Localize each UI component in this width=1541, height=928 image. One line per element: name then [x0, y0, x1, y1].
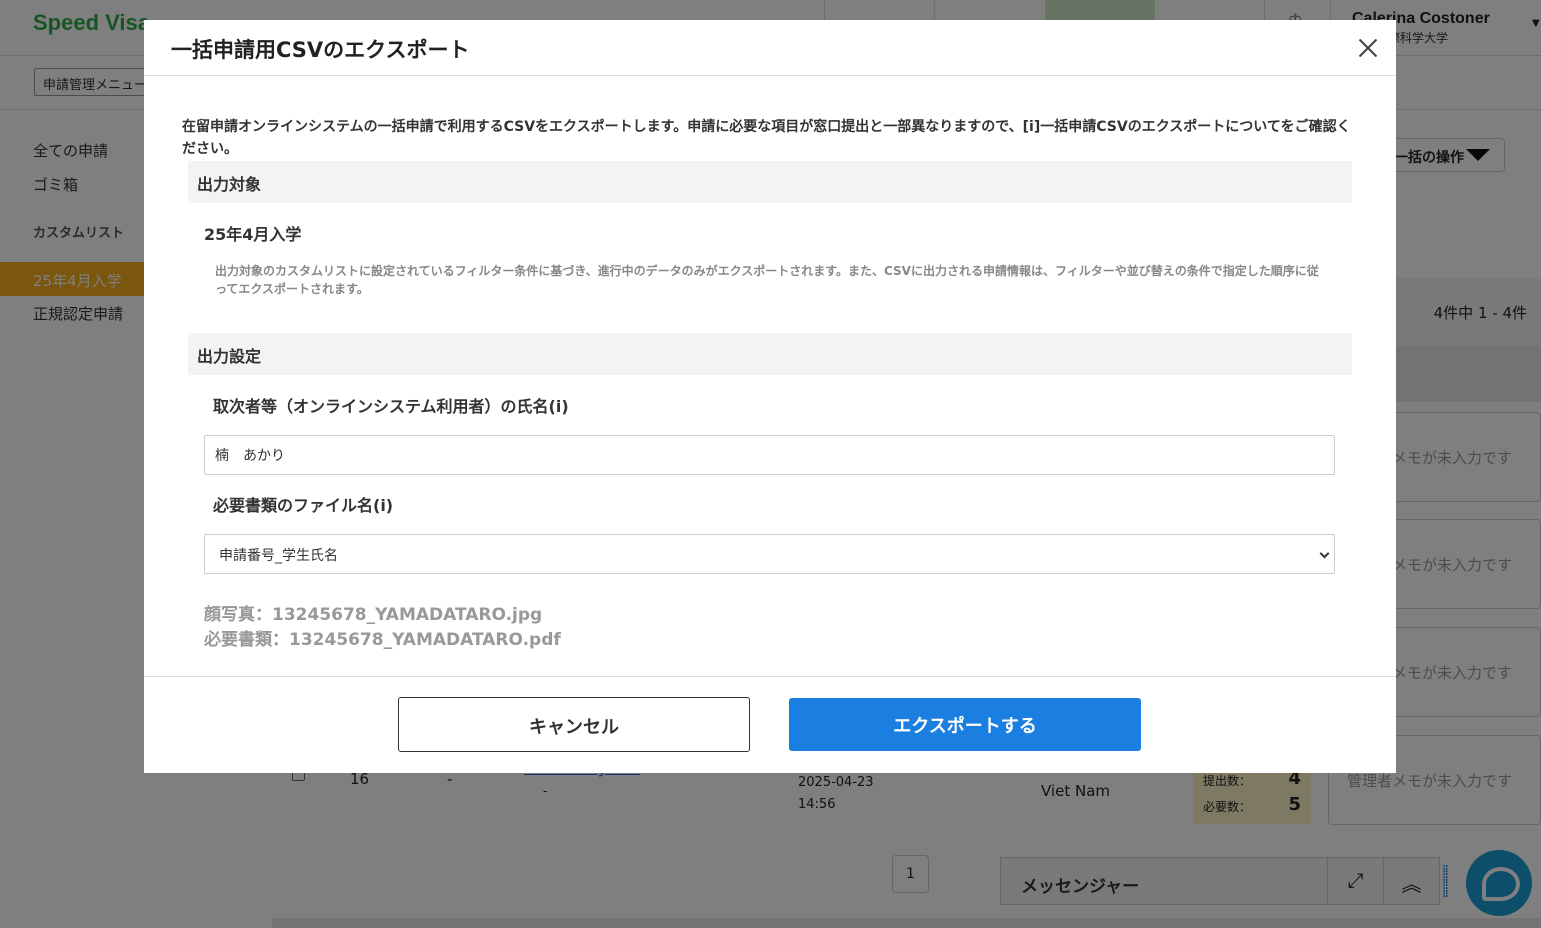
dialog-footer: キャンセル エクスポートする — [144, 676, 1396, 773]
export-button[interactable]: エクスポートする — [789, 698, 1141, 751]
export-csv-dialog: 一括申請用CSVのエクスポート 在留申請オンラインシステムの一括申請で利用するC… — [144, 20, 1396, 773]
section-output-target: 出力対象 — [188, 161, 1352, 203]
close-icon[interactable] — [1352, 34, 1382, 62]
file-name-select[interactable]: 申請番号_学生氏名 — [204, 534, 1335, 574]
agent-name-input[interactable] — [204, 435, 1335, 475]
file-name-selected: 申請番号_学生氏名 — [219, 548, 338, 564]
dialog-description: 在留申請オンラインシステムの一括申請で利用するCSVをエクスポートします。申請に… — [182, 119, 1351, 157]
target-list-name: 25年4月入学 — [204, 225, 302, 244]
dialog-header: 一括申請用CSVのエクスポート — [144, 20, 1396, 76]
agent-name-label[interactable]: 取次者等（オンラインシステム利用者）の氏名(i) — [213, 393, 569, 417]
example-docs-filename: 必要書類：13245678_YAMADATARO.pdf — [204, 630, 561, 650]
file-name-label[interactable]: 必要書類のファイル名(i) — [213, 492, 393, 516]
dialog-title: 一括申請用CSVのエクスポート — [171, 38, 470, 62]
chevron-down-icon — [1319, 548, 1330, 559]
cancel-button[interactable]: キャンセル — [398, 697, 750, 752]
section-output-settings: 出力設定 — [188, 333, 1352, 375]
target-note: 出力対象のカスタムリストに設定されているフィルター条件に基づき、進行中のデータの… — [215, 264, 1319, 296]
example-photo-filename: 顔写真：13245678_YAMADATARO.jpg — [204, 605, 543, 625]
